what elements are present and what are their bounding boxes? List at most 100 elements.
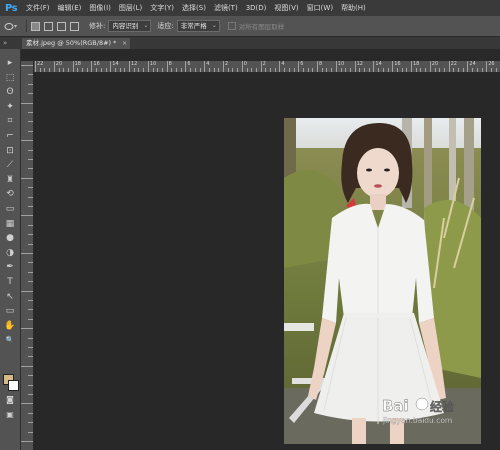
ruler-tick — [28, 281, 33, 283]
intersect-selection-icon[interactable] — [70, 21, 79, 31]
ruler-tick — [129, 61, 130, 72]
brush-icon[interactable]: ⟋ — [4, 159, 16, 171]
ruler-label: 20 — [431, 61, 439, 67]
lasso-icon[interactable]: ʘ — [4, 86, 16, 98]
close-icon[interactable]: × — [122, 38, 127, 49]
ruler-horizontal: 22 20 18 16 14 12 10 8 6 4 2 0 2 4 6 8 10 12 14 16 18 20 22 24 2… — [33, 61, 500, 73]
shape-icon[interactable]: ▭ — [4, 305, 16, 317]
hand-icon[interactable]: ✋ — [4, 320, 16, 332]
ruler-tick — [28, 234, 33, 236]
patch-type-select[interactable]: 内容识别 ⌄ — [108, 20, 152, 32]
ruler-minor-tick — [194, 68, 196, 72]
pen-icon[interactable]: ✒ — [4, 261, 16, 273]
stamp-icon[interactable]: ♜ — [4, 174, 16, 186]
magic-wand-icon[interactable]: ✦ — [4, 101, 16, 113]
ruler-tick — [72, 61, 74, 72]
ruler-tick — [279, 61, 281, 72]
ruler-minor-tick — [312, 68, 314, 72]
ruler-tick — [448, 61, 450, 72]
svg-text:经验: 经验 — [430, 399, 455, 414]
history-brush-icon[interactable]: ⟲ — [4, 188, 16, 200]
ruler-minor-tick — [425, 68, 427, 72]
gradient-icon[interactable]: ▦ — [4, 218, 16, 230]
document-image[interactable]: Bai 经验 jingyan.baidu.com — [284, 118, 481, 444]
ruler-vertical — [21, 61, 34, 450]
quick-mask-icon[interactable]: ◙ — [4, 394, 16, 406]
menu-image[interactable]: 图像(I) — [85, 0, 115, 16]
ruler-tick — [28, 74, 33, 76]
ruler-tick — [28, 187, 33, 189]
ruler-minor-tick — [161, 68, 163, 72]
ruler-label: 14 — [375, 61, 382, 67]
move-icon[interactable]: ▸ — [4, 57, 16, 69]
ruler-minor-tick — [307, 68, 309, 72]
adaptation-value: 非常严格 — [180, 22, 207, 30]
menu-edit[interactable]: 编辑(E) — [54, 0, 86, 16]
eraser-icon[interactable]: ▭ — [4, 203, 16, 215]
adaptation-select[interactable]: 非常严格 ⌄ — [176, 20, 220, 32]
add-selection-icon[interactable] — [44, 21, 53, 31]
ruler-tick — [392, 61, 394, 72]
ruler-minor-tick — [63, 68, 65, 72]
ruler-minor-tick — [96, 68, 98, 72]
ruler-minor-tick — [255, 68, 257, 72]
type-icon[interactable]: T — [4, 276, 16, 288]
subtract-selection-icon[interactable] — [57, 21, 66, 31]
tab-document[interactable]: 素材.jpeg @ 50%(RGB/8#) * × — [22, 38, 131, 49]
ruler-minor-tick — [265, 68, 267, 72]
menu-type[interactable]: 文字(Y) — [146, 0, 178, 16]
tool-preset-picker[interactable] — [0, 22, 22, 31]
patch-icon[interactable]: ⊡ — [4, 145, 16, 157]
eyedropper-icon[interactable]: ⌐ — [4, 130, 16, 142]
menu-filter[interactable]: 滤镜(T) — [210, 0, 242, 16]
dodge-icon[interactable]: ◑ — [4, 247, 16, 259]
ruler-minor-tick — [434, 68, 436, 72]
ruler-tick — [21, 365, 33, 367]
marquee-icon[interactable]: ⬚ — [4, 72, 16, 84]
sample-all-layers-label: 对所有图层取样 — [238, 23, 285, 31]
patch-tool-icon — [4, 22, 17, 30]
ruler-minor-tick — [401, 68, 403, 72]
collapse-toolbar-icon[interactable]: » — [3, 37, 7, 49]
new-selection-icon[interactable] — [31, 21, 40, 31]
ruler-tick — [28, 271, 33, 273]
background-color-swatch[interactable] — [8, 380, 19, 391]
ruler-minor-tick — [77, 68, 79, 72]
ruler-tick — [21, 253, 33, 254]
blur-icon[interactable]: ● — [4, 232, 16, 244]
ruler-minor-tick — [349, 68, 351, 72]
menu-layer[interactable]: 图层(L) — [115, 0, 146, 16]
ruler-minor-tick — [133, 68, 135, 72]
sample-all-layers-checkbox[interactable] — [227, 22, 236, 30]
options-bar: 修补: 内容识别 ⌄ 适应: 非常严格 ⌄ 对所有图层取样 — [0, 16, 500, 37]
ruler-minor-tick — [368, 68, 370, 72]
chevron-down-icon: ⌄ — [211, 22, 217, 29]
menu-select[interactable]: 选择(S) — [178, 0, 210, 16]
ruler-tick — [21, 328, 33, 330]
ruler-label: 26 — [488, 61, 495, 67]
ruler-minor-tick — [119, 68, 121, 72]
ruler-minor-tick — [39, 68, 41, 72]
ruler-label: 22 — [37, 61, 44, 67]
zoom-icon[interactable]: 🔍 — [4, 334, 16, 346]
menu-file[interactable]: 文件(F) — [22, 0, 54, 16]
menu-view[interactable]: 视图(V) — [270, 0, 302, 16]
menu-3d[interactable]: 3D(D) — [242, 0, 271, 16]
ruler-tick — [28, 394, 33, 395]
menu-help[interactable]: 帮助(H) — [337, 0, 370, 16]
crop-icon[interactable]: ⌗ — [4, 115, 16, 127]
ruler-tick — [21, 290, 33, 292]
ruler-tick — [204, 61, 206, 72]
ruler-minor-tick — [331, 68, 333, 72]
ruler-tick — [28, 206, 33, 207]
ruler-tick — [28, 431, 33, 433]
path-select-icon[interactable]: ↖ — [4, 291, 16, 303]
ruler-label: 12 — [356, 61, 363, 67]
ruler-tick — [166, 61, 168, 72]
screen-mode-icon[interactable]: ▣ — [4, 409, 16, 421]
ruler-minor-tick — [462, 68, 464, 72]
ruler-tick — [28, 422, 33, 424]
photoshop-window: Ps 文件(F) 编辑(E) 图像(I) 图层(L) 文字(Y) 选择(S) 滤… — [0, 0, 500, 450]
menu-window[interactable]: 窗口(W) — [303, 0, 337, 16]
patch-type-value: 内容识别 — [112, 22, 139, 30]
